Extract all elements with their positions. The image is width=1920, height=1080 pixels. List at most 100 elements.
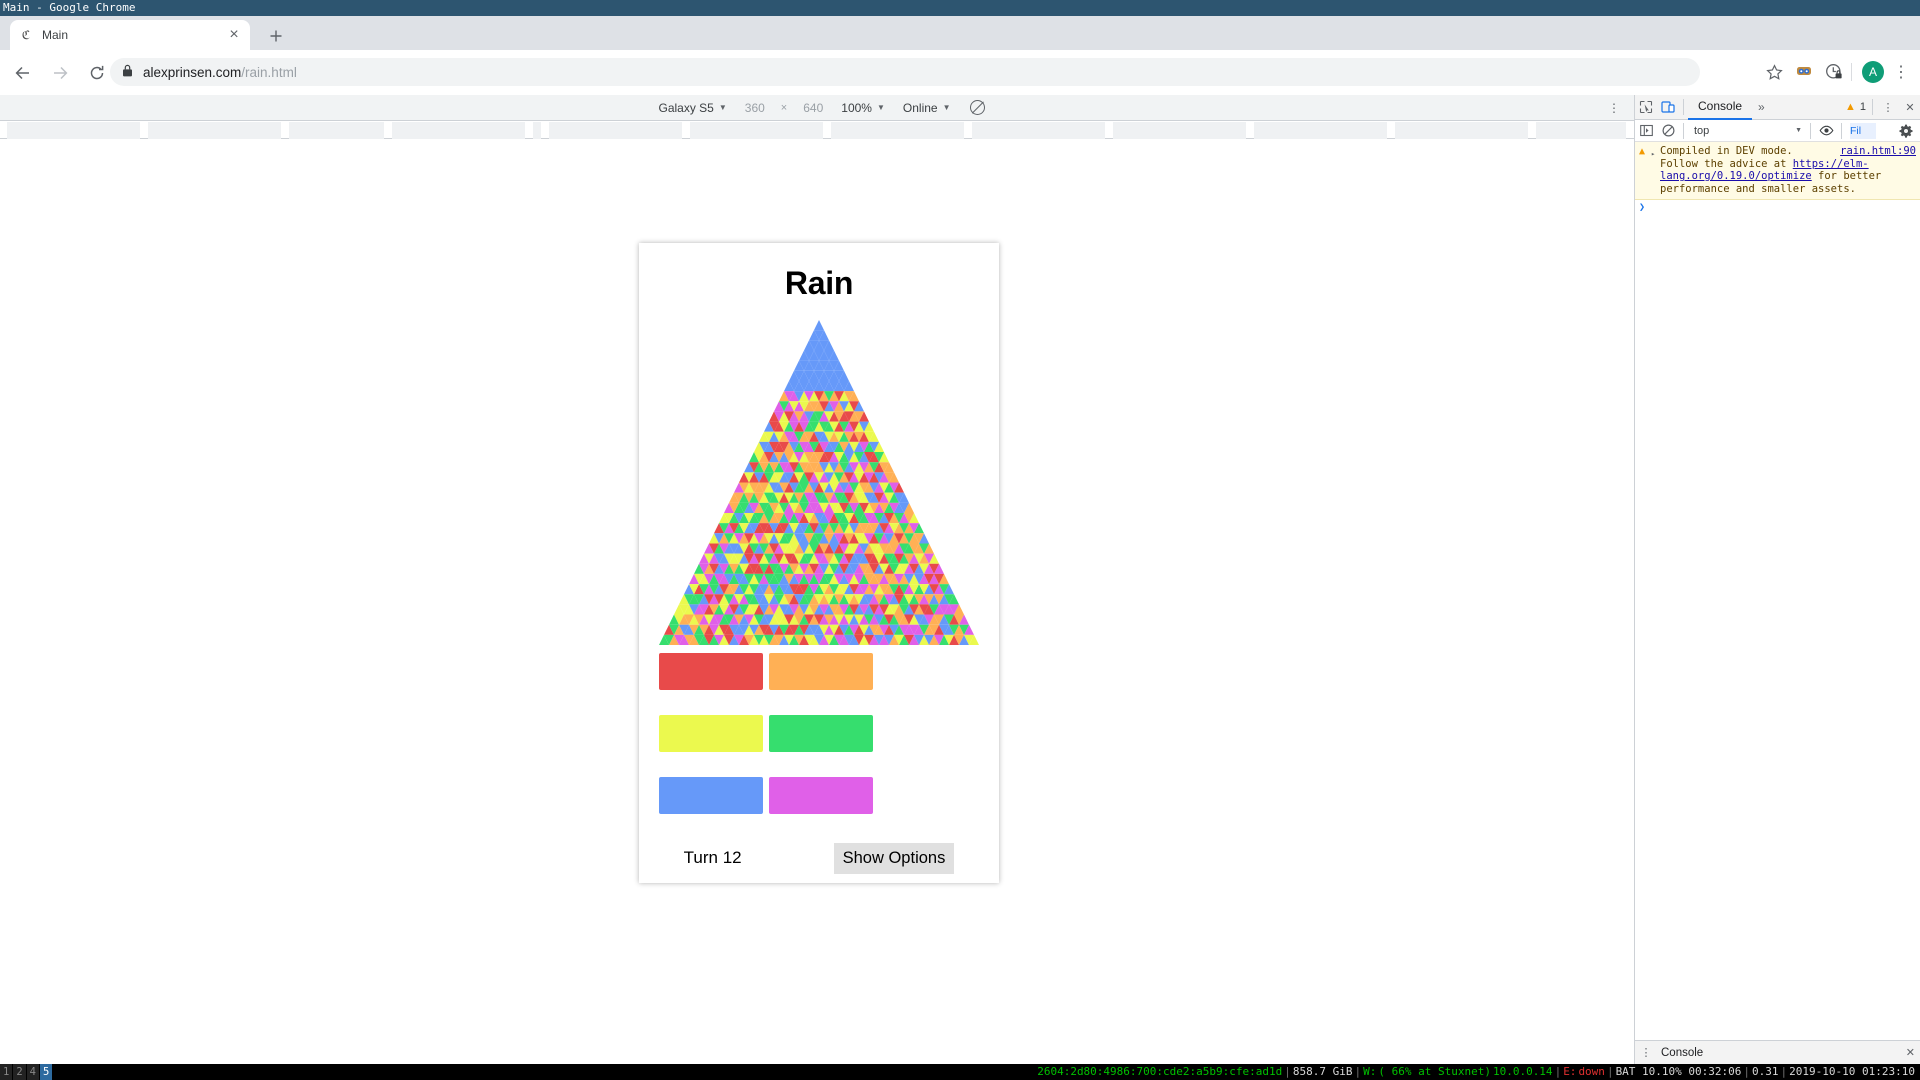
device-toolbar-menu[interactable]: ⋮ [1604, 98, 1624, 118]
lock-glyph [123, 64, 132, 77]
show-options-button[interactable]: Show Options [833, 843, 955, 874]
lock-icon [122, 64, 133, 80]
divider [1810, 122, 1811, 139]
plus-icon [270, 30, 282, 42]
url-text: alexprinsen.com/rain.html [143, 65, 297, 80]
chrome-window: ℭ Main × alexprinsen.com/rain.html A ⋮ G… [0, 16, 1920, 1064]
device-toolbar-glyph [1661, 101, 1675, 113]
eye-glyph [1819, 125, 1833, 136]
clear-console-icon[interactable] [1657, 120, 1679, 142]
warning-count: 1 [1859, 101, 1866, 113]
divider [1683, 99, 1684, 115]
back-button[interactable] [9, 59, 37, 87]
lock-clock-icon[interactable] [1821, 59, 1847, 85]
console-message-list: ▲ ▸ Compiled in DEV mode. Follow the advi… [1635, 142, 1920, 215]
filter-input[interactable]: Fil [1850, 122, 1876, 139]
emulated-viewport: Rain Turn 12 Show Options [639, 243, 999, 883]
close-devtools-button[interactable]: ✕ [1899, 96, 1920, 118]
workspace-5[interactable]: 5 [39, 1064, 54, 1080]
reload-button[interactable] [83, 59, 111, 87]
window-manager-titlebar: Main - Google Chrome [0, 0, 1920, 16]
gear-glyph [1899, 124, 1913, 138]
goggles-glyph [1797, 67, 1811, 75]
chevron-down-icon: ▼ [876, 103, 885, 112]
context-value: top [1694, 124, 1710, 137]
divider [1872, 99, 1873, 115]
no-throttling-icon[interactable] [969, 100, 985, 115]
drawer-menu-button[interactable]: ⋮ [1635, 1042, 1657, 1064]
device-width-input[interactable]: 360 [745, 101, 765, 115]
network-value: Online [902, 100, 938, 115]
device-toolbar-icon[interactable] [1657, 96, 1679, 118]
forward-button[interactable] [46, 59, 74, 87]
warning-triangle-icon: ▲ [1844, 101, 1856, 113]
zoom-select[interactable]: 100% ▼ [841, 101, 885, 115]
chevron-down-icon: ▼ [942, 103, 951, 112]
swatch-yellow[interactable] [659, 715, 763, 752]
toolbar-right-actions: A ⋮ [1757, 58, 1914, 86]
console-warning-message[interactable]: ▲ ▸ Compiled in DEV mode. Follow the advi… [1635, 142, 1920, 201]
workspace-4[interactable]: 4 [26, 1064, 40, 1080]
divider: | [1554, 1065, 1562, 1078]
device-emulation-toolbar: Galaxy S5 ▼ 360 × 640 100% ▼ Online ▼ ⋮ [0, 95, 1634, 121]
browser-tab-main[interactable]: ℭ Main × [10, 20, 250, 50]
sidebar-glyph [1639, 124, 1653, 137]
warning-line-1: Compiled in DEV mode. [1660, 145, 1793, 157]
swatch-red[interactable] [659, 653, 763, 690]
status-disk: 858.7 GiB [1292, 1065, 1353, 1078]
execution-context-select[interactable]: top ▼ [1688, 125, 1806, 137]
expand-arrow-icon[interactable]: ▸ [1651, 145, 1660, 195]
browser-menu-button[interactable]: ⋮ [1888, 59, 1914, 85]
page-title: Rain [784, 265, 854, 301]
divider [1841, 122, 1842, 139]
inspect-cursor-icon[interactable] [1635, 96, 1657, 118]
warning-count-badge[interactable]: ▲ 1 [1845, 101, 1868, 113]
address-bar[interactable]: alexprinsen.com/rain.html [110, 58, 1700, 86]
prompt-chevron-icon: ❯ [1639, 202, 1646, 214]
star-glyph [1765, 63, 1783, 80]
swatch-green[interactable] [769, 715, 873, 752]
divider: | [1743, 1065, 1751, 1078]
workspace-1[interactable]: 1 [0, 1064, 14, 1080]
lock-clock-glyph [1826, 64, 1842, 79]
arrow-left-icon [15, 66, 29, 79]
extension-goggles-icon[interactable] [1791, 59, 1817, 85]
divider [1683, 122, 1684, 139]
warning-triangle-icon: ▲ [1639, 146, 1646, 157]
rain-triangle[interactable] [659, 320, 979, 645]
divider: | [1284, 1065, 1291, 1078]
browser-toolbar: alexprinsen.com/rain.html A ⋮ [0, 50, 1920, 95]
arrow-right-icon [54, 66, 68, 79]
console-prompt[interactable]: ❯ [1635, 200, 1920, 215]
swatch-orange[interactable] [769, 653, 873, 690]
zoom-value: 100% [841, 100, 872, 115]
avatar[interactable]: A [1862, 61, 1884, 83]
status-info: 2604:2d80:4986:700:cde2:a5b9:cfe:ad1d | … [1036, 1064, 1916, 1080]
workspace-2[interactable]: 2 [13, 1064, 27, 1080]
triangle-cell[interactable] [814, 320, 824, 331]
network-throttle-select[interactable]: Online ▼ [903, 101, 951, 115]
device-select[interactable]: Galaxy S5 ▼ [658, 101, 726, 115]
close-icon[interactable]: × [226, 26, 242, 43]
device-height-input[interactable]: 640 [803, 101, 823, 115]
tab-title: Main [42, 28, 69, 42]
system-status-bar: 1245 2604:2d80:4986:700:cde2:a5b9:cfe:ad… [0, 1064, 1920, 1080]
dimension-separator: × [780, 101, 788, 114]
status-wifi-label: W: [1363, 1065, 1377, 1078]
drawer-tab-console[interactable]: Console [1657, 1047, 1703, 1059]
gear-icon[interactable] [1895, 120, 1917, 142]
devtools-menu-button[interactable]: ⋮ [1877, 96, 1899, 118]
new-tab-button[interactable] [262, 22, 290, 50]
swatch-blue[interactable] [659, 777, 763, 814]
status-ipv6: 2604:2d80:4986:700:cde2:a5b9:cfe:ad1d [1037, 1065, 1283, 1078]
star-icon[interactable] [1761, 59, 1787, 85]
source-location-link[interactable]: rain.html:90 [1840, 145, 1916, 158]
bottom-controls: Turn 12 Show Options [639, 843, 999, 874]
show-console-sidebar-icon[interactable] [1635, 120, 1657, 142]
live-expression-eye-icon[interactable] [1815, 120, 1837, 142]
tab-console[interactable]: Console [1688, 95, 1753, 120]
divider: | [1606, 1065, 1614, 1078]
more-tabs-button[interactable]: » [1752, 100, 1771, 114]
drawer-close-icon[interactable]: ✕ [1906, 1046, 1920, 1059]
swatch-magenta[interactable] [769, 777, 873, 814]
